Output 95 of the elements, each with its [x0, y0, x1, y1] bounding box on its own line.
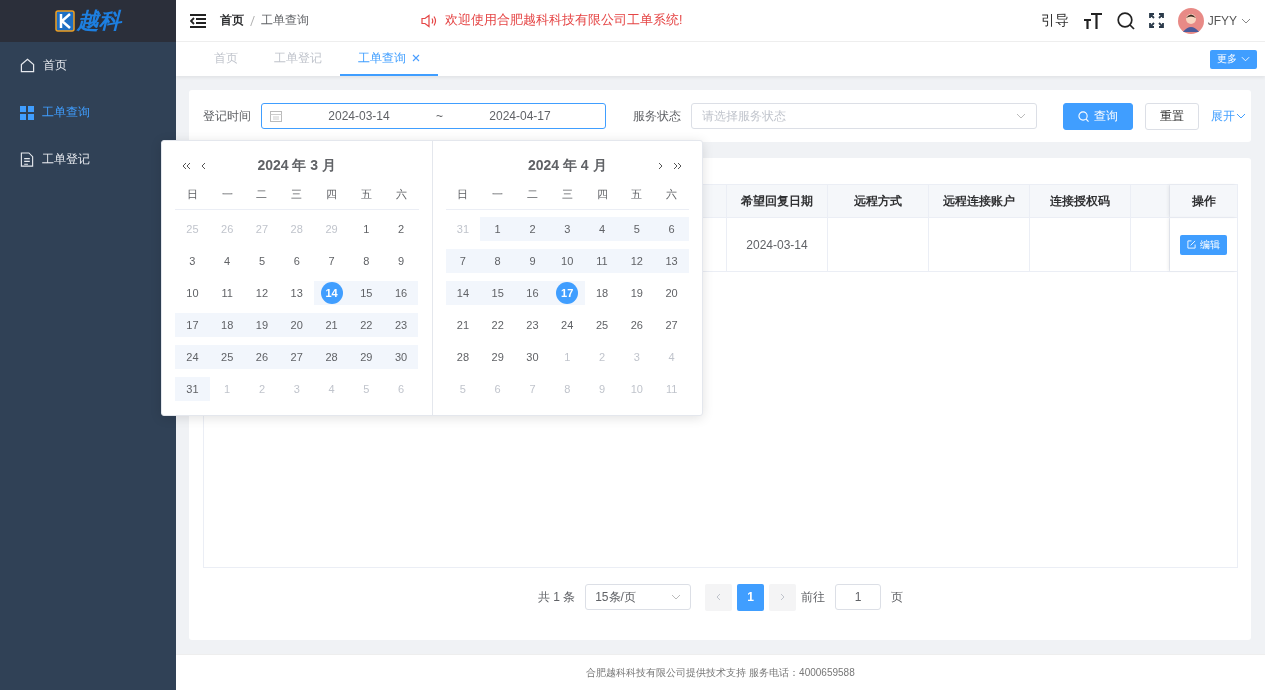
calendar-day[interactable]: 28	[451, 346, 474, 368]
chevron-left-icon[interactable]	[201, 162, 206, 170]
double-chevron-left-icon[interactable]	[182, 162, 191, 170]
calendar-icon	[270, 110, 282, 122]
caret-icon	[1241, 56, 1250, 62]
user-name[interactable]: JFYY	[1207, 13, 1237, 28]
weekday-label: 日	[456, 186, 470, 202]
page-size-select[interactable]: 15条/页	[585, 584, 692, 610]
page-unit: 页	[891, 588, 904, 606]
weekday-label: 四	[595, 186, 609, 202]
calendar-day[interactable]: 24	[556, 314, 579, 336]
breadcrumb-item[interactable]: 首页	[220, 12, 244, 29]
weekday-label: 五	[630, 186, 644, 202]
weekday-label: 三	[560, 186, 574, 202]
calendar-day[interactable]: 8	[355, 250, 378, 272]
close-icon[interactable]	[412, 54, 420, 62]
goto-label: 前往	[801, 588, 826, 606]
calendar-day[interactable]: 26	[625, 314, 648, 336]
menu-icon[interactable]	[190, 13, 206, 28]
caret-icon	[1236, 113, 1246, 119]
calendar-day[interactable]: 23	[521, 314, 544, 336]
speaker-icon	[421, 13, 437, 28]
breadcrumb-item: 工单查询	[261, 12, 309, 29]
date-range-field[interactable]: 2024-03-14 ~ 2024-04-17	[261, 103, 606, 129]
field-label: 服务状态	[633, 107, 681, 125]
calendar-day[interactable]: 11	[216, 282, 239, 304]
fullscreen-icon[interactable]	[1148, 13, 1164, 28]
calendar-day[interactable]: 10	[181, 282, 204, 304]
calendar-day[interactable]: 6	[285, 250, 308, 272]
calendar-day[interactable]: 9	[390, 250, 413, 272]
calendar-day[interactable]: 4	[216, 250, 239, 272]
avatar-icon[interactable]	[1177, 7, 1204, 34]
sidebar-item[interactable]: 工单登记	[0, 136, 176, 183]
caret-icon	[1016, 113, 1026, 119]
calendar-day[interactable]: 5	[250, 250, 273, 272]
table-cell: 2024-03-14	[746, 237, 808, 252]
page-number-field[interactable]: 1	[835, 584, 882, 610]
weekday-label: 一	[220, 186, 234, 202]
search-icon[interactable]	[1116, 11, 1135, 30]
chevron-right-icon	[780, 593, 786, 601]
weekday-label: 二	[255, 186, 269, 202]
month-title: 2024 年 3 月	[256, 157, 338, 175]
sidebar-item[interactable]: 工单查询	[0, 89, 176, 136]
caret-icon	[671, 594, 682, 600]
weekday-label: 六	[665, 186, 679, 202]
footer-text: 合肥越科科技有限公司提供技术支持 服务电话：4000659588	[176, 654, 1265, 690]
column-header: 远程连接账户	[929, 185, 1030, 217]
logo-icon	[55, 10, 75, 32]
weekday-label: 五	[359, 186, 373, 202]
calendar-day[interactable]: 27	[660, 314, 683, 336]
end-date: 2024-04-17	[488, 109, 552, 123]
chevron-right-icon[interactable]	[658, 162, 663, 170]
sidebar-item[interactable]: 首页	[0, 42, 176, 89]
grid-icon	[20, 105, 34, 120]
field-label: 登记时间	[203, 107, 251, 125]
weekday-label: 三	[290, 186, 304, 202]
weekday-label: 六	[394, 186, 408, 202]
calendar-day[interactable]: 30	[521, 346, 544, 368]
calendar-day[interactable]: 2	[390, 218, 413, 240]
caret-icon[interactable]	[1241, 17, 1251, 24]
edit-icon	[1187, 240, 1196, 249]
chevron-left-icon	[716, 593, 722, 601]
weekday-label: 四	[325, 186, 339, 202]
double-chevron-right-icon[interactable]	[673, 162, 682, 170]
calendar-day[interactable]: 18	[591, 282, 614, 304]
calendar-day[interactable]: 7	[320, 250, 343, 272]
total-count: 共 1 条	[537, 588, 576, 606]
weekday-label: 二	[525, 186, 539, 202]
notice-text: 欢迎使用合肥越科科技有限公司工单系统!	[445, 12, 683, 29]
column-header: 操作	[1170, 185, 1237, 217]
weekday-label: 日	[185, 186, 199, 202]
document-icon	[20, 152, 34, 167]
range-separator: ~	[436, 109, 443, 123]
calendar-day[interactable]: 22	[486, 314, 509, 336]
font-size-icon[interactable]	[1082, 11, 1103, 30]
calendar-day[interactable]: 1	[355, 218, 378, 240]
calendar-day[interactable]: 21	[451, 314, 474, 336]
calendar-day[interactable]: 19	[625, 282, 648, 304]
column-header: 连接授权码	[1030, 185, 1131, 217]
guide-link[interactable]: 引导	[1040, 11, 1069, 30]
search-icon	[1078, 110, 1089, 122]
calendar-day[interactable]: 3	[181, 250, 204, 272]
column-header: 远程方式	[828, 185, 929, 217]
weekday-label: 一	[491, 186, 505, 202]
start-date: 2024-03-14	[327, 109, 391, 123]
calendar-day[interactable]: 29	[486, 346, 509, 368]
reset-button[interactable]: 重置	[1145, 102, 1199, 130]
calendar-day[interactable]: 13	[285, 282, 308, 304]
calendar-day[interactable]: 12	[250, 282, 273, 304]
month-title: 2024 年 4 月	[526, 157, 608, 175]
calendar-day[interactable]: 25	[591, 314, 614, 336]
column-header: 希望回复日期	[727, 185, 828, 217]
logo-text: 越科	[77, 7, 121, 35]
calendar-day[interactable]: 20	[660, 282, 683, 304]
home-icon	[20, 58, 35, 73]
